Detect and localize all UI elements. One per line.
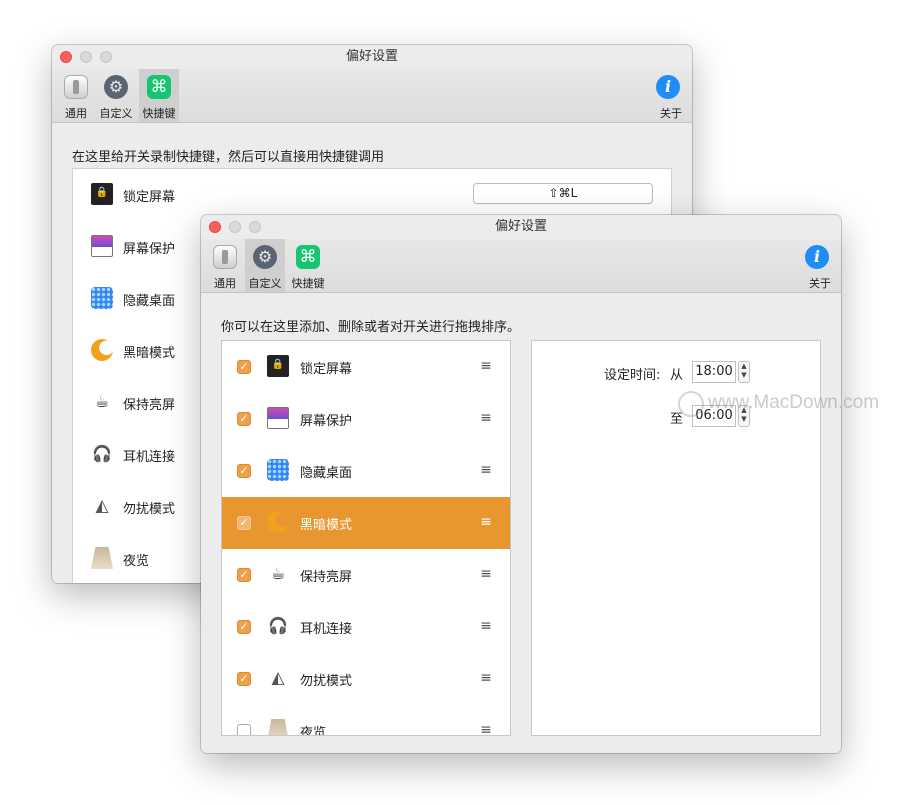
night-shift-icon xyxy=(91,547,113,569)
item-checkbox[interactable] xyxy=(237,724,251,735)
from-time-field[interactable]: 18:00 xyxy=(692,361,736,383)
item-label: 耳机连接 xyxy=(300,622,353,637)
list-item[interactable]: ✓ ◭ 勿扰模式 ≡ xyxy=(222,653,510,705)
record-shortcut-button[interactable]: ⇧⌘L xyxy=(473,183,653,204)
close-button[interactable] xyxy=(209,221,221,233)
tab-customize[interactable]: 自定义 xyxy=(96,69,136,122)
drag-handle-icon[interactable]: ≡ xyxy=(479,463,493,477)
item-label: 隐藏桌面 xyxy=(123,294,176,309)
do-not-disturb-icon: ◭ xyxy=(271,668,285,688)
tab-label: 快捷键 xyxy=(142,107,176,120)
drag-handle-icon[interactable]: ≡ xyxy=(479,515,493,529)
item-checkbox[interactable]: ✓ xyxy=(237,568,251,582)
list-item-selected[interactable]: ✓ 黑暗模式 ≡ xyxy=(222,497,510,549)
window-title: 偏好设置 xyxy=(345,49,398,64)
from-time-stepper[interactable]: ▲ ▼ xyxy=(738,361,750,383)
general-switch-icon xyxy=(64,75,88,99)
tab-customize[interactable]: 自定义 xyxy=(245,239,285,292)
close-button[interactable] xyxy=(60,51,72,63)
drag-handle-icon[interactable]: ≡ xyxy=(479,567,493,581)
item-label: 勿扰模式 xyxy=(300,674,353,689)
toolbar: 通用 自定义 ⌘ 快捷键 i 关于 xyxy=(201,239,841,293)
list-item[interactable]: ✓ 屏幕保护 ≡ xyxy=(222,393,510,445)
list-item[interactable]: ✓ ☕ 保持亮屏 ≡ xyxy=(222,549,510,601)
item-checkbox[interactable]: ✓ xyxy=(237,516,251,530)
drag-handle-icon[interactable]: ≡ xyxy=(479,723,493,735)
item-checkbox[interactable]: ✓ xyxy=(237,672,251,686)
drag-handle-icon[interactable]: ≡ xyxy=(479,671,493,685)
tab-label: 快捷键 xyxy=(291,277,325,290)
zoom-button[interactable] xyxy=(249,221,261,233)
dark-mode-icon xyxy=(91,339,113,361)
list-item[interactable]: 夜览 ≡ xyxy=(222,705,510,736)
about-label: 关于 xyxy=(660,107,682,120)
item-checkbox[interactable]: ✓ xyxy=(237,464,251,478)
dark-mode-icon xyxy=(267,511,289,533)
item-checkbox[interactable]: ✓ xyxy=(237,360,251,374)
from-label: 从 xyxy=(670,368,684,383)
minimize-button[interactable] xyxy=(229,221,241,233)
list-item[interactable]: ✓ 🎧 耳机连接 ≡ xyxy=(222,601,510,653)
customize-icon xyxy=(104,75,128,99)
item-label: 锁定屏幕 xyxy=(300,362,353,377)
watermark-logo-icon xyxy=(678,391,704,417)
toggle-list[interactable]: ✓ 锁定屏幕 ≡ ✓ 屏幕保护 ≡ ✓ 隐藏桌面 ≡ ✓ 黑暗模式 xyxy=(221,340,511,736)
shortcut-command-icon: ⌘ xyxy=(147,75,171,99)
screensaver-icon xyxy=(91,235,113,257)
info-icon[interactable]: i xyxy=(656,75,680,99)
hide-desktop-icon xyxy=(267,459,289,481)
shortcuts-hint: 在这里给开关录制快捷键，然后可以直接用快捷键调用 xyxy=(72,150,385,165)
toolbar: 通用 自定义 ⌘ 快捷键 i 关于 xyxy=(52,69,692,123)
customize-icon xyxy=(253,245,277,269)
minimize-button[interactable] xyxy=(80,51,92,63)
about-label: 关于 xyxy=(809,277,831,290)
item-label: 黑暗模式 xyxy=(300,518,353,533)
list-item[interactable]: ✓ 隐藏桌面 ≡ xyxy=(222,445,510,497)
customize-hint: 你可以在这里添加、删除或者对开关进行拖拽排序。 xyxy=(221,320,521,335)
tab-shortcuts[interactable]: ⌘ 快捷键 xyxy=(139,69,179,122)
watermark: www.MacDown.com xyxy=(708,392,880,413)
tab-shortcuts[interactable]: ⌘ 快捷键 xyxy=(288,239,328,292)
item-checkbox[interactable]: ✓ xyxy=(237,620,251,634)
item-label: 黑暗模式 xyxy=(123,346,176,361)
info-icon[interactable]: i xyxy=(805,245,829,269)
customize-panel: 你可以在这里添加、删除或者对开关进行拖拽排序。 ✓ 锁定屏幕 ≡ ✓ 屏幕保护 … xyxy=(201,294,841,753)
drag-handle-icon[interactable]: ≡ xyxy=(479,359,493,373)
keep-awake-icon: ☕ xyxy=(94,392,110,411)
item-label: 保持亮屏 xyxy=(300,570,353,585)
hide-desktop-icon xyxy=(91,287,113,309)
list-item[interactable]: ✓ 锁定屏幕 ≡ xyxy=(222,341,510,393)
item-label: 耳机连接 xyxy=(123,450,176,465)
item-label: 屏幕保护 xyxy=(123,242,176,257)
do-not-disturb-icon: ◭ xyxy=(95,496,109,516)
screensaver-icon xyxy=(267,407,289,429)
item-label: 勿扰模式 xyxy=(123,502,176,517)
keep-awake-icon: ☕ xyxy=(270,564,286,583)
schedule-label: 设定时间: xyxy=(604,368,661,383)
lock-screen-icon xyxy=(91,183,113,205)
item-label: 夜览 xyxy=(300,726,327,736)
headphones-icon: 🎧 xyxy=(92,444,112,463)
item-label: 锁定屏幕 xyxy=(123,190,176,205)
zoom-button[interactable] xyxy=(100,51,112,63)
window-title: 偏好设置 xyxy=(494,219,547,234)
lock-screen-icon xyxy=(267,355,289,377)
item-label: 夜览 xyxy=(123,554,150,569)
item-checkbox[interactable]: ✓ xyxy=(237,412,251,426)
item-label: 保持亮屏 xyxy=(123,398,176,413)
drag-handle-icon[interactable]: ≡ xyxy=(479,619,493,633)
item-label: 隐藏桌面 xyxy=(300,466,353,481)
headphones-icon: 🎧 xyxy=(268,616,288,635)
drag-handle-icon[interactable]: ≡ xyxy=(479,411,493,425)
shortcut-command-icon: ⌘ xyxy=(296,245,320,269)
general-switch-icon xyxy=(213,245,237,269)
list-item[interactable]: 锁定屏幕 ⇧⌘L xyxy=(73,169,671,221)
front-preferences-window: 偏好设置 通用 自定义 ⌘ 快捷键 i 关于 你可以在这里添加、删除或者对开关进… xyxy=(201,215,841,753)
item-label: 屏幕保护 xyxy=(300,414,353,429)
night-shift-icon xyxy=(267,719,289,735)
